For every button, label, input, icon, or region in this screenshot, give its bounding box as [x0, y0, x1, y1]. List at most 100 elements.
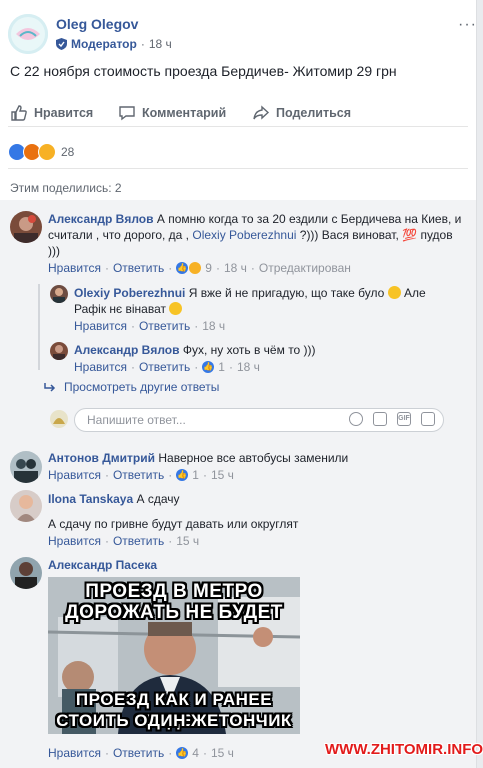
comment-reaction-count[interactable]: 1 [192, 468, 199, 482]
reply-thread-line [38, 284, 40, 370]
mention-link[interactable]: Olexiy Poberezhnui [192, 228, 296, 242]
thumbs-up-icon [11, 105, 27, 121]
comment-time[interactable]: 15 ч [211, 746, 234, 760]
comment-time[interactable]: 18 ч [237, 360, 260, 374]
comment-like-link[interactable]: Нравится [48, 534, 101, 548]
site-watermark: WWW.ZHITOMIR.INFO [325, 741, 483, 758]
reply-input[interactable] [85, 412, 319, 428]
comment-actions: Нравится · Ответить · 👍 4 · 15 ч [48, 746, 234, 760]
shares-link[interactable]: Этим поделились: 2 [10, 181, 122, 195]
input-icons: GIF [349, 412, 435, 426]
page-name[interactable]: Oleg Olegov [56, 16, 138, 32]
reply-text: Olexiy Poberezhnui Я вже й не пригадую, … [74, 286, 426, 300]
like-reaction-icon: 👍 [176, 469, 189, 481]
reply-input-box[interactable]: GIF [74, 408, 444, 432]
meme-top-line2: ДОРОЖАТЬ НЕ БУДЕТ [65, 602, 283, 623]
avatar[interactable] [10, 211, 42, 243]
comment-reaction-count[interactable]: 9 [205, 261, 212, 275]
comment-author[interactable]: Антонов Дмитрий [48, 451, 155, 465]
three-dots-icon[interactable]: ··· [458, 16, 477, 34]
avatar[interactable] [50, 285, 68, 303]
reply-text: Александр Вялов Фух, ну хоть в чём то ))… [74, 343, 316, 357]
comment-like-link[interactable]: Нравится [48, 746, 101, 760]
comment-text: Александр Вялов А помню когда то за 20 е… [48, 212, 462, 226]
moderator-role: Модератор [71, 37, 137, 51]
like-reaction-icon: 👍 [176, 262, 189, 274]
like-reaction-icon: 👍 [202, 361, 215, 373]
comment-reply-link[interactable]: Ответить [113, 468, 164, 482]
post-card: Oleg Olegov Модератор · 18 ч ··· С 22 но… [0, 0, 483, 768]
comment-time[interactable]: 18 ч [224, 261, 247, 275]
comment-icon [119, 106, 135, 121]
comment-time[interactable]: 15 ч [176, 534, 199, 548]
comment-actions: Нравится · Ответить · 👍 1 · 18 ч [74, 360, 260, 374]
like-reaction-icon: 👍 [176, 747, 189, 759]
comment-text: Александр Пасека [48, 558, 157, 572]
avatar[interactable] [10, 451, 42, 483]
meme-image[interactable]: ПРОЕЗД В МЕТРО ДОРОЖАТЬ НЕ БУДЕТ ПРОЕЗД … [48, 577, 300, 734]
comment-author[interactable]: Olexiy Poberezhnui [74, 286, 185, 300]
sticker-icon[interactable] [421, 412, 435, 426]
avatar[interactable] [10, 557, 42, 589]
comment-reply-link[interactable]: Ответить [113, 534, 164, 548]
comment-like-link[interactable]: Нравится [74, 319, 127, 333]
comment-author[interactable]: Александр Вялов [48, 212, 154, 226]
comment-button[interactable]: Комментарий [118, 104, 226, 122]
share-button[interactable]: Поделиться [252, 104, 351, 122]
avatar [50, 410, 68, 428]
comment-time[interactable]: 15 ч [211, 468, 234, 482]
comment-actions: Нравится · Ответить · 18 ч [74, 319, 226, 333]
like-button[interactable]: Нравится [10, 104, 93, 122]
comment-like-link[interactable]: Нравится [74, 360, 127, 374]
meta-dot: · [140, 37, 145, 51]
share-label: Поделиться [276, 106, 352, 120]
reactions-summary[interactable]: 28 [8, 143, 74, 161]
camera-icon[interactable] [373, 412, 387, 426]
comment-reaction-count[interactable]: 1 [218, 360, 225, 374]
comment-author[interactable]: Ilona Tanskaya [48, 492, 133, 506]
smile-emoji-icon [387, 286, 401, 299]
comment-like-link[interactable]: Нравится [48, 261, 101, 275]
comment-time[interactable]: 18 ч [202, 319, 225, 333]
page-avatar[interactable] [8, 14, 48, 54]
reaction-count: 28 [61, 145, 75, 159]
comment-text: Антонов Дмитрий Наверное все автобусы за… [48, 451, 349, 465]
smile-emoji-icon [169, 302, 183, 315]
meme-top-line1: ПРОЕЗД В МЕТРО [85, 581, 263, 602]
avatar[interactable] [50, 342, 68, 360]
comment-reaction-count[interactable]: 4 [192, 746, 199, 760]
divider [8, 168, 468, 169]
comment-reply-link[interactable]: Ответить [139, 319, 190, 333]
like-label: Нравится [34, 106, 94, 120]
comment-reply-link[interactable]: Ответить [139, 360, 190, 374]
comment-reply-link[interactable]: Ответить [113, 746, 164, 760]
comment-actions: Нравится · Ответить · 👍 1 · 15 ч [48, 468, 234, 482]
wow-reaction-icon [38, 143, 56, 161]
share-arrow-icon [253, 105, 270, 120]
comment-text-line3: ))) [48, 244, 60, 258]
hundred-emoji-icon: 💯 [402, 228, 418, 242]
comment-actions: Нравится · Ответить · 15 ч [48, 534, 200, 548]
comment-text-line2: считали , что дорого, да , Olexiy Pobere… [48, 228, 453, 242]
comment-label: Комментарий [142, 106, 227, 120]
post-actions: Нравится Комментарий Поделиться [8, 100, 468, 127]
post-meta: Модератор · 18 ч [56, 37, 172, 51]
comment-text-line2: А сдачу по гривне будут давать или округ… [48, 517, 299, 531]
comment-like-link[interactable]: Нравится [48, 468, 101, 482]
comment-reply-link[interactable]: Ответить [113, 261, 164, 275]
comment-text: Ilona Tanskaya А сдачу [48, 492, 180, 506]
post-time[interactable]: 18 ч [149, 37, 172, 51]
moderator-shield-icon [56, 38, 67, 50]
edited-label: Отредактирован [258, 261, 351, 275]
haha-reaction-icon [189, 262, 202, 274]
comment-author[interactable]: Александр Вялов [74, 343, 180, 357]
emoji-icon[interactable] [349, 412, 363, 426]
avatar[interactable] [10, 490, 42, 522]
gif-icon[interactable]: GIF [397, 412, 411, 426]
meme-bottom-line2: СТОИТЬ ОДИН ЖЕТОНЧИК [56, 711, 292, 730]
reply-arrow-icon [44, 383, 56, 392]
comment-actions: Нравится · Ответить · 👍 9 · 18 ч · Отредакти… [48, 261, 351, 275]
view-more-replies[interactable]: Просмотреть другие ответы [44, 380, 219, 394]
comment-author[interactable]: Александр Пасека [48, 558, 157, 572]
post-text: С 22 ноября стоимость проезда Бердичев- … [10, 63, 397, 79]
